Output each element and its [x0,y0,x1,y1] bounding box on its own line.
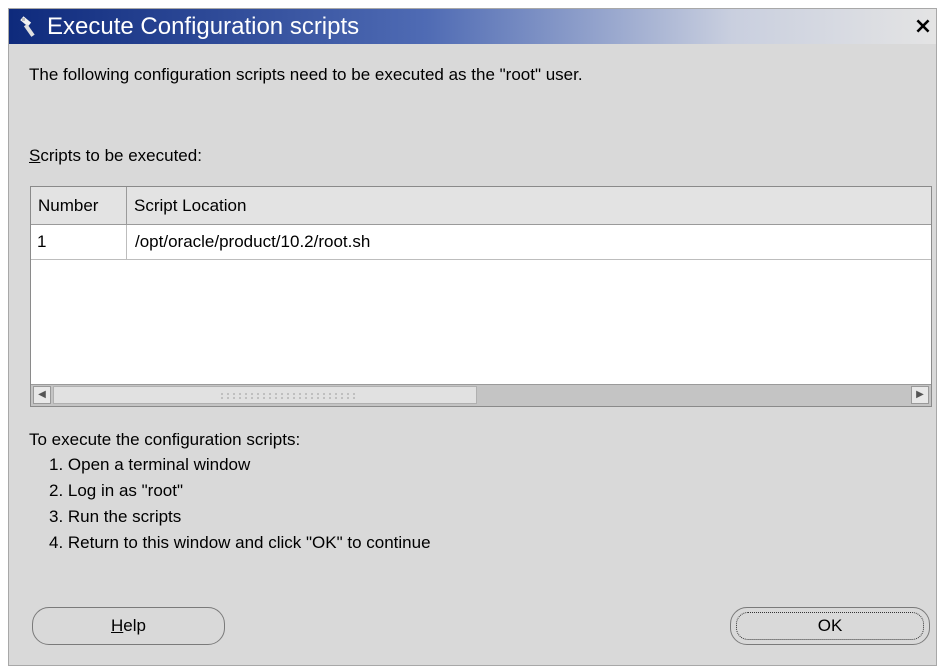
table-row[interactable]: 1 /opt/oracle/product/10.2/root.sh [31,225,931,260]
focus-ring [736,612,924,640]
instructions-steps: 1. Open a terminal window 2. Log in as "… [49,455,431,559]
scroll-left-icon[interactable]: ◀ [33,386,51,404]
instruction-step: 2. Log in as "root" [49,481,183,500]
help-mnemonic: H [111,616,124,635]
scripts-label: Scripts to be executed: [29,146,202,166]
title-bar[interactable]: Execute Configuration scripts × [9,9,936,44]
scripts-label-mnemonic: S [29,146,41,165]
window-title: Execute Configuration scripts [47,13,360,40]
table-header: Number Script Location [31,187,931,225]
instruction-step: 4. Return to this window and click "OK" … [49,533,431,552]
instruction-step: 3. Run the scripts [49,507,182,526]
scrollbar-grip [219,392,359,400]
close-icon[interactable]: × [913,16,933,38]
intro-text: The following configuration scripts need… [29,65,583,84]
scripts-label-text: cripts to be executed: [40,146,202,165]
cell-script-location: /opt/oracle/product/10.2/root.sh [135,232,371,251]
horizontal-scrollbar[interactable]: ◀ ▶ [31,384,931,406]
column-header-script-location[interactable]: Script Location [127,187,933,224]
instruction-step: 1. Open a terminal window [49,455,251,474]
cell-number: 1 [31,225,127,259]
help-button[interactable]: Help [32,607,225,645]
column-header-number[interactable]: Number [31,187,127,224]
ok-button[interactable]: OK [730,607,930,645]
scrollbar-thumb[interactable] [53,386,477,404]
app-icon [18,16,40,38]
scripts-table[interactable]: Number Script Location 1 /opt/oracle/pro… [30,186,932,407]
dialog-window: Execute Configuration scripts × The foll… [8,8,937,666]
instructions-title: To execute the configuration scripts: [29,430,301,449]
scroll-right-icon[interactable]: ▶ [911,386,929,404]
help-label: elp [123,616,146,635]
